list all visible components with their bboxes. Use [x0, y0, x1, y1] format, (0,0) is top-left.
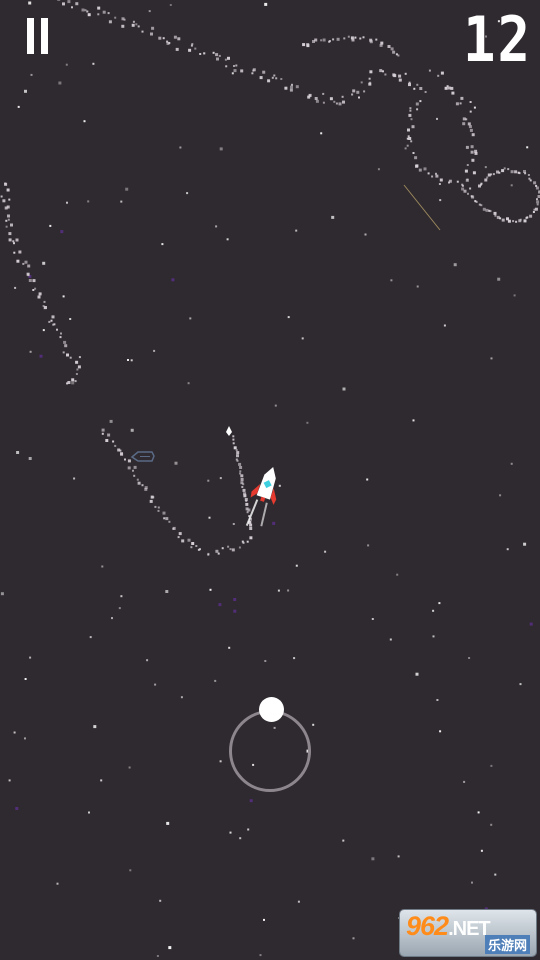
game-screen[interactable]: 12 962.NET 乐游网: [0, 0, 540, 960]
score-counter: 12: [462, 3, 532, 77]
joystick-ring: [229, 710, 311, 792]
pause-button[interactable]: [24, 18, 52, 56]
joystick-knob[interactable]: [259, 697, 284, 722]
space-field: [0, 0, 540, 957]
rocket-icon: [245, 466, 277, 527]
pause-icon-bar: [41, 18, 48, 54]
virtual-joystick[interactable]: [229, 697, 311, 792]
watermark-brand: 962.NET: [406, 911, 491, 941]
shooting-star: [403, 184, 441, 231]
missile: [226, 426, 232, 436]
pause-icon: [27, 18, 34, 54]
watermark-logo: 962.NET 乐游网: [400, 910, 536, 956]
watermark-subtitle: 乐游网: [484, 935, 530, 954]
enemy-ship-icon: [130, 451, 155, 462]
